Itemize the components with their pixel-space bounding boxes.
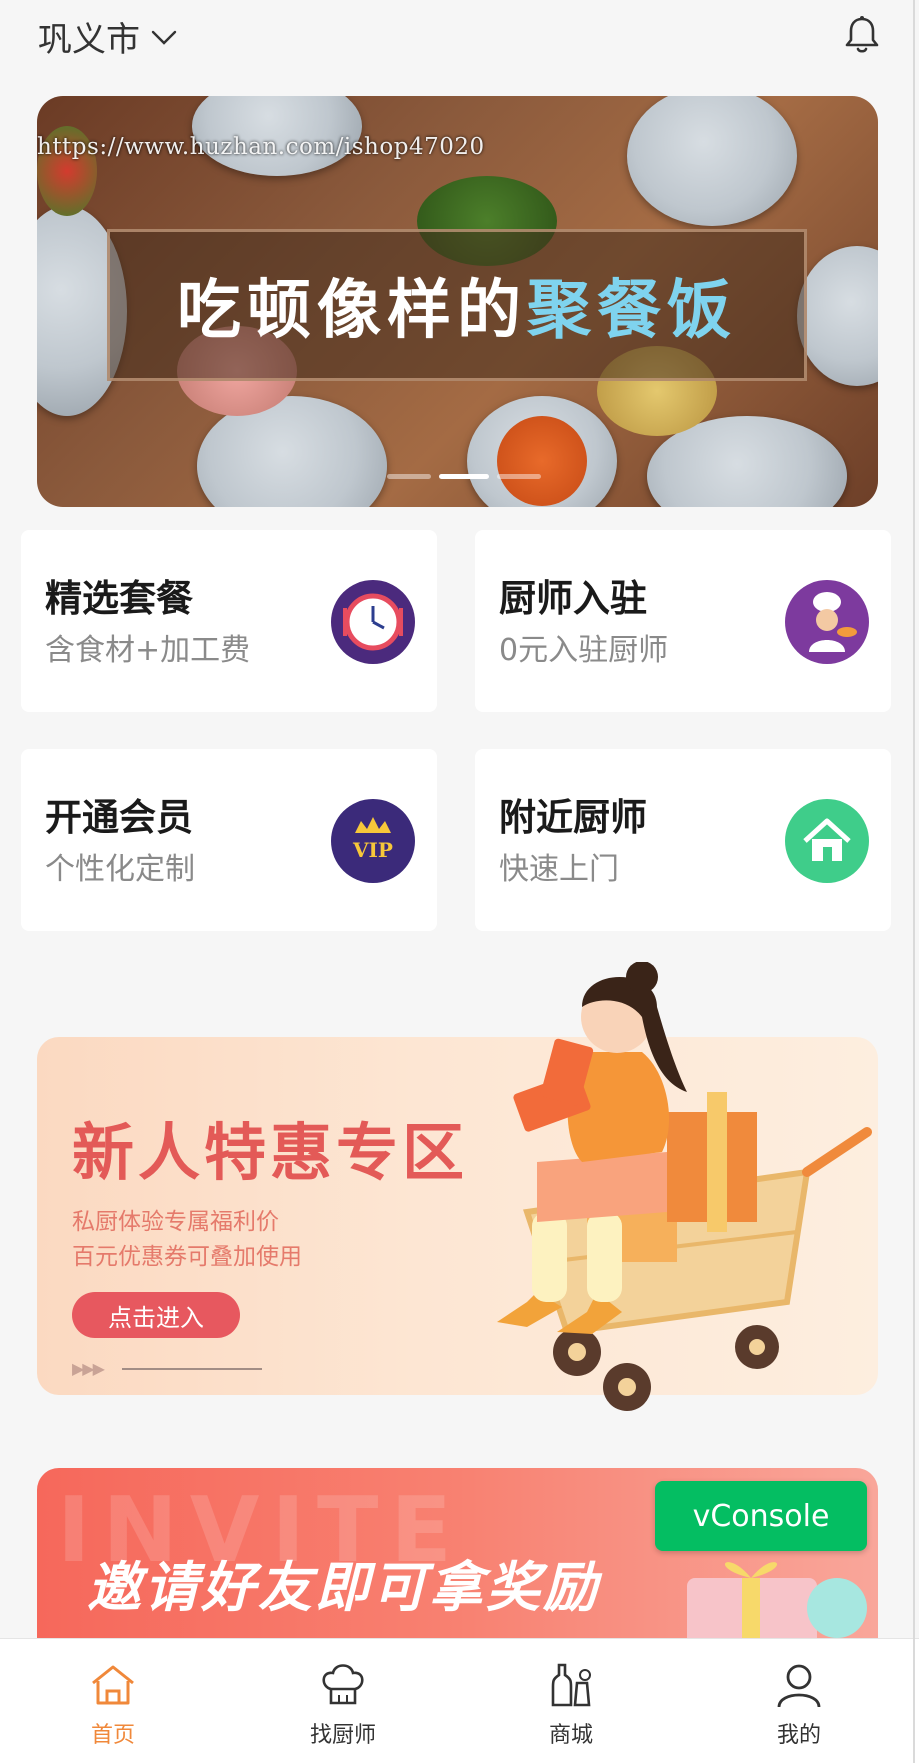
svg-text:VIP: VIP bbox=[352, 838, 393, 862]
user-icon bbox=[777, 1664, 821, 1708]
card-vip[interactable]: 开通会员 个性化定制 VIP bbox=[21, 749, 437, 931]
promo-enter-button[interactable]: 点击进入 bbox=[72, 1292, 240, 1338]
carousel-indicator bbox=[387, 474, 541, 479]
shopping-cart-girl-illustration bbox=[497, 962, 872, 1411]
invite-title: 邀请好友即可拿奖励 bbox=[87, 1556, 600, 1619]
plate-image bbox=[797, 246, 878, 386]
carousel-dot-active[interactable] bbox=[439, 474, 489, 479]
chevron-down-icon bbox=[151, 30, 177, 45]
card-chef-join[interactable]: 厨师入驻 0元入驻厨师 bbox=[475, 530, 891, 712]
tab-label: 找厨师 bbox=[309, 1723, 376, 1748]
scrollbar-edge bbox=[913, 0, 915, 1763]
app-root: 巩义市 https://www.huzhan.com/ishop47020 吃顿… bbox=[0, 0, 919, 1763]
carousel-dot[interactable] bbox=[387, 474, 431, 479]
banner-headline-box: 吃顿像样的聚餐饭 bbox=[107, 229, 807, 381]
newcomer-promo-banner[interactable]: 新人特惠专区 私厨体验专属福利价 百元优惠券可叠加使用 点击进入 ▶▶▶ bbox=[37, 962, 878, 1411]
bottom-tab-bar: 首页 找厨师 商城 我的 bbox=[0, 1638, 919, 1763]
promo-line-2: 百元优惠券可叠加使用 bbox=[72, 1244, 302, 1270]
card-title: 厨师入驻 bbox=[499, 577, 647, 620]
banner-headline-highlight: 聚餐饭 bbox=[527, 274, 737, 348]
tab-label: 我的 bbox=[776, 1723, 821, 1748]
home-icon bbox=[92, 1665, 134, 1705]
food-image bbox=[497, 416, 587, 506]
card-nearby-chef[interactable]: 附近厨师 快速上门 bbox=[475, 749, 891, 931]
chef-icon bbox=[785, 580, 869, 664]
card-title: 开通会员 bbox=[45, 796, 193, 839]
hero-banner[interactable]: https://www.huzhan.com/ishop47020 吃顿像样的聚… bbox=[37, 96, 878, 507]
tab-mall[interactable]: 商城 bbox=[506, 1639, 636, 1763]
arrows-icon: ▶▶▶ bbox=[72, 1359, 105, 1378]
bell-icon[interactable] bbox=[841, 14, 883, 56]
vip-crown-icon: VIP bbox=[331, 799, 415, 883]
city-name: 巩义市 bbox=[38, 20, 140, 60]
banner-headline-main: 吃顿像样的 bbox=[177, 274, 527, 348]
tab-home[interactable]: 首页 bbox=[48, 1639, 178, 1763]
top-header: 巩义市 bbox=[0, 0, 919, 80]
tab-find-chef[interactable]: 找厨师 bbox=[278, 1639, 408, 1763]
chef-hat-icon bbox=[322, 1664, 364, 1705]
card-subtitle: 个性化定制 bbox=[45, 852, 195, 887]
vconsole-button[interactable]: vConsole bbox=[655, 1481, 867, 1551]
home-icon bbox=[785, 799, 869, 883]
card-title: 附近厨师 bbox=[499, 796, 647, 839]
promo-line-1: 私厨体验专属福利价 bbox=[72, 1209, 279, 1235]
bottles-icon bbox=[551, 1663, 591, 1707]
card-subtitle: 含食材+加工费 bbox=[45, 633, 251, 668]
card-title: 精选套餐 bbox=[45, 577, 193, 620]
gift-box-icon bbox=[687, 1562, 867, 1638]
tab-mine[interactable]: 我的 bbox=[734, 1639, 864, 1763]
tab-label: 首页 bbox=[90, 1723, 135, 1748]
city-selector[interactable]: 巩义市 bbox=[38, 12, 178, 61]
promo-rule bbox=[122, 1368, 262, 1370]
tab-label: 商城 bbox=[548, 1723, 593, 1748]
plate-image bbox=[627, 96, 797, 226]
card-subtitle: 0元入驻厨师 bbox=[499, 633, 669, 668]
card-set-meal[interactable]: 精选套餐 含食材+加工费 bbox=[21, 530, 437, 712]
banner-headline: 吃顿像样的聚餐饭 bbox=[177, 259, 737, 351]
promo-title: 新人特惠专区 bbox=[72, 1116, 469, 1189]
card-subtitle: 快速上门 bbox=[499, 852, 619, 887]
carousel-dot[interactable] bbox=[497, 474, 541, 479]
clock-cutlery-icon bbox=[331, 580, 415, 664]
banner-watermark: https://www.huzhan.com/ishop47020 bbox=[37, 134, 485, 160]
